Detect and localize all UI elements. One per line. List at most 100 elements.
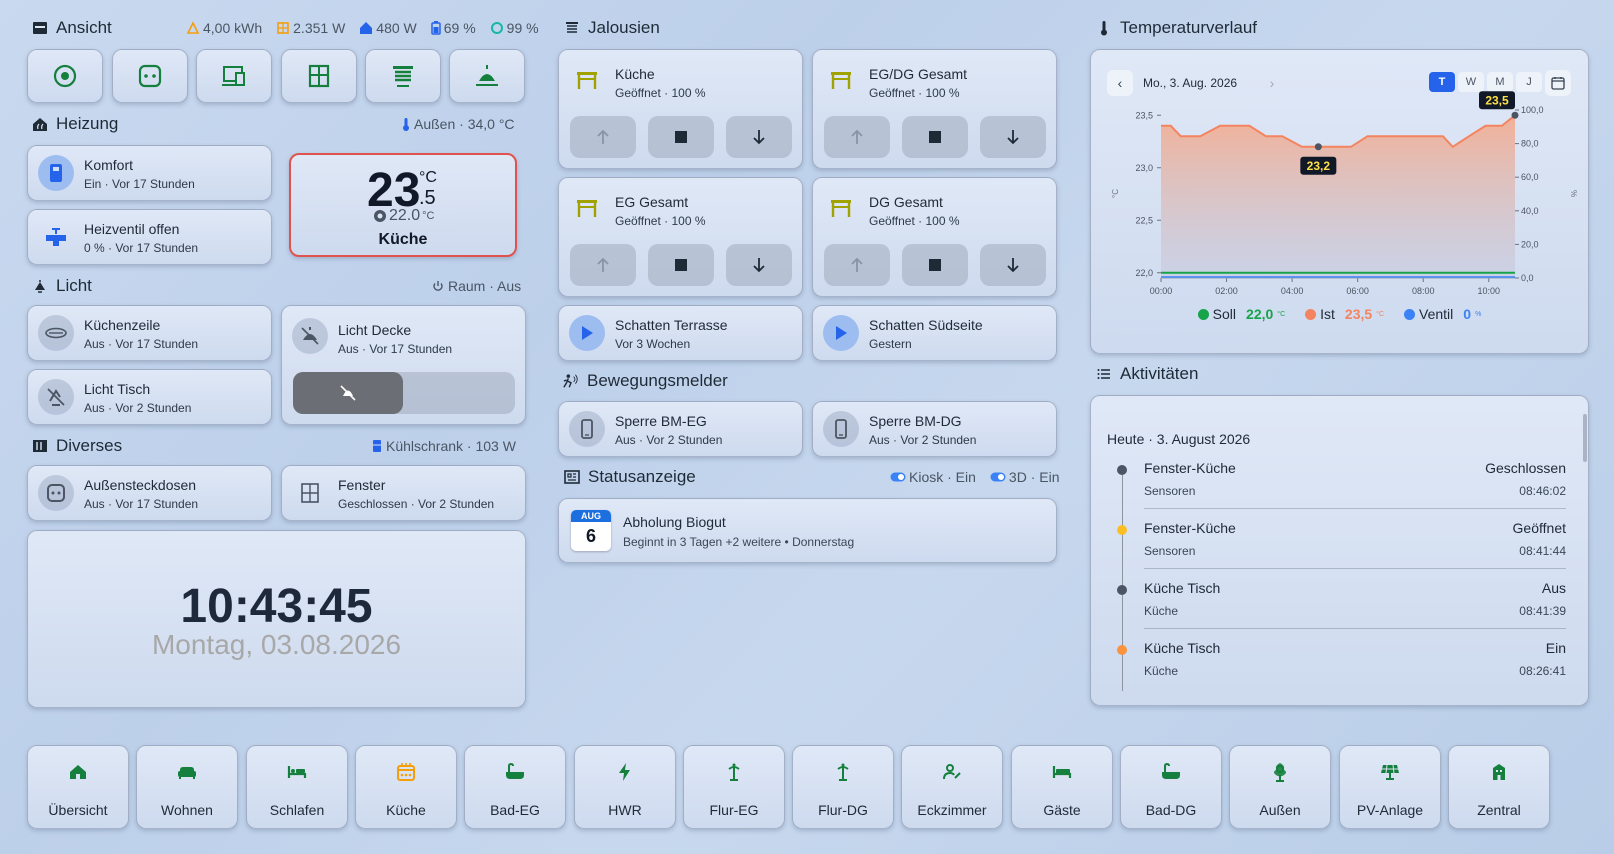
- blind-egdg-gesamt[interactable]: EG/DG Gesamt Geöffnet · 100 %: [812, 49, 1057, 169]
- socket-icon: [138, 64, 162, 88]
- activity-item[interactable]: Fenster-Küche Sensoren Geschlossen 08:46:02: [1106, 456, 1566, 516]
- range-year-button[interactable]: J: [1516, 72, 1542, 92]
- komfort-tile[interactable]: Komfort Ein · Vor 17 Stunden: [27, 145, 272, 201]
- blind-down-button[interactable]: [980, 244, 1046, 286]
- nav-pv-anlage[interactable]: PV-Anlage: [1339, 745, 1441, 829]
- licht-decke-tile[interactable]: Licht Decke Aus · Vor 17 Stunden: [281, 305, 526, 425]
- brightness-slider[interactable]: [293, 372, 515, 414]
- legend-ist[interactable]: Ist 23,5 °C: [1305, 306, 1384, 322]
- licht-tisch-tile[interactable]: Licht Tisch Aus · Vor 2 Stunden: [27, 369, 272, 425]
- nav-hwr[interactable]: HWR: [574, 745, 676, 829]
- legend-ventil[interactable]: Ventil 0 %: [1404, 306, 1481, 322]
- licht-room-status[interactable]: Raum · Aus: [432, 276, 521, 296]
- sperre-bm-eg-tile[interactable]: Sperre BM-EG Aus · Vor 2 Stunden: [558, 401, 803, 457]
- 3d-toggle[interactable]: 3D · Ein: [990, 469, 1060, 485]
- view-blinds-button[interactable]: [365, 49, 441, 103]
- fridge-status[interactable]: Kühlschrank · 103 W: [372, 436, 516, 456]
- nav-gäste[interactable]: Gäste: [1011, 745, 1113, 829]
- stop-icon: [675, 131, 687, 143]
- status-display-icon: [564, 469, 580, 485]
- tile-title: Licht Decke: [338, 322, 412, 338]
- nav-schlafen[interactable]: Schlafen: [246, 745, 348, 829]
- light-off-icon: [340, 385, 356, 401]
- stove-icon: [397, 763, 415, 781]
- outlet-icon-wrap: [38, 475, 74, 511]
- blind-stop-button[interactable]: [648, 116, 714, 158]
- view-sockets-button[interactable]: [112, 49, 188, 103]
- blind-up-button[interactable]: [824, 116, 890, 158]
- nav-flur-dg[interactable]: Flur-DG: [792, 745, 894, 829]
- led-strip-icon-wrap: [38, 315, 74, 351]
- arrow-up-icon: [597, 129, 609, 144]
- nav-außen[interactable]: Außen: [1229, 745, 1331, 829]
- thermometer-header-icon: [1096, 20, 1112, 36]
- legend-soll[interactable]: Soll 22,0 °C: [1197, 306, 1286, 322]
- sperre-bm-dg-tile[interactable]: Sperre BM-DG Aus · Vor 2 Stunden: [812, 401, 1057, 457]
- blind-down-button[interactable]: [726, 244, 792, 286]
- event-subtitle: Beginnt in 3 Tagen +2 weitere • Donnerst…: [623, 535, 855, 549]
- aussensteckdosen-tile[interactable]: Außensteckdosen Aus · Vor 17 Stunden: [27, 465, 272, 521]
- scene-schatten-suedseite[interactable]: Schatten Südseite Gestern: [812, 305, 1057, 361]
- activity-scrollbar[interactable]: [1583, 414, 1587, 462]
- solar-icon: [186, 21, 200, 34]
- tile-title: EG Gesamt: [615, 194, 689, 210]
- autarky-status[interactable]: 99 %: [490, 20, 539, 36]
- kiosk-toggle[interactable]: Kiosk · Ein: [890, 469, 976, 485]
- blind-down-button[interactable]: [980, 116, 1046, 158]
- activity-subtitle: Küche: [1144, 664, 1179, 678]
- activity-item[interactable]: Fenster-Küche Sensoren Geöffnet 08:41:44: [1106, 516, 1566, 576]
- tile-subtitle: Geöffnet · 100 %: [615, 86, 706, 100]
- heizventil-tile[interactable]: Heizventil offen 0 % · Vor 17 Stunden: [27, 209, 272, 265]
- activity-subtitle: Sensoren: [1144, 544, 1196, 558]
- tile-subtitle: Gestern: [869, 337, 912, 351]
- view-windows-button[interactable]: [281, 49, 357, 103]
- nav-küche[interactable]: Küche: [355, 745, 457, 829]
- clock-date: Montag, 03.08.2026: [151, 629, 402, 660]
- blind-up-button[interactable]: [570, 116, 636, 158]
- blind-stop-button[interactable]: [902, 244, 968, 286]
- view-lights-button[interactable]: [449, 49, 525, 103]
- activity-item[interactable]: Küche Tisch Küche Ein 08:26:41: [1106, 636, 1566, 696]
- tile-title: Außensteckdosen: [84, 477, 197, 493]
- nav-bad-eg[interactable]: Bad-EG: [464, 745, 566, 829]
- tile-subtitle: Aus · Vor 17 Stunden: [84, 337, 199, 351]
- thermostat-card[interactable]: 23 °C .5 22.0 °C Küche: [289, 153, 517, 257]
- blind-up-button[interactable]: [570, 244, 636, 286]
- home-power-status[interactable]: 480 W: [359, 20, 417, 36]
- nav-wohnen[interactable]: Wohnen: [136, 745, 238, 829]
- y-tick-label: 23,0: [1135, 163, 1153, 173]
- blind-stop-button[interactable]: [648, 244, 714, 286]
- calendar-event-card[interactable]: AUG 6 Abholung Biogut Beginnt in 3 Tagen…: [558, 498, 1057, 563]
- ceiling-lamp-icon-wrap: [292, 318, 328, 354]
- blind-up-button[interactable]: [824, 244, 890, 286]
- range-week-button[interactable]: W: [1458, 72, 1484, 92]
- blind-open-icon: [831, 200, 851, 217]
- blind-kueche[interactable]: Küche Geöffnet · 100 %: [558, 49, 803, 169]
- range-day-button[interactable]: T: [1429, 72, 1455, 92]
- nav-übersicht[interactable]: Übersicht: [27, 745, 129, 829]
- tile-subtitle: Geöffnet · 100 %: [615, 214, 706, 228]
- battery-status[interactable]: 69 %: [431, 20, 476, 36]
- legend-unit: °C: [1277, 310, 1286, 318]
- range-month-button[interactable]: M: [1487, 72, 1513, 92]
- solar-status[interactable]: 4,00 kWh: [186, 20, 262, 36]
- nav-eckzimmer[interactable]: Eckzimmer: [901, 745, 1003, 829]
- activity-item[interactable]: Küche Tisch Küche Aus 08:41:39: [1106, 576, 1566, 636]
- brightness-slider-fill[interactable]: [293, 372, 403, 414]
- view-devices-button[interactable]: [196, 49, 272, 103]
- kuechenzeile-tile[interactable]: Küchenzeile Aus · Vor 17 Stunden: [27, 305, 272, 361]
- blind-stop-button[interactable]: [902, 116, 968, 158]
- blind-eg-gesamt[interactable]: EG Gesamt Geöffnet · 100 %: [558, 177, 803, 297]
- view-overview-button[interactable]: [27, 49, 103, 103]
- blind-dg-gesamt[interactable]: DG Gesamt Geöffnet · 100 %: [812, 177, 1057, 297]
- nav-zentral[interactable]: Zentral: [1448, 745, 1550, 829]
- blind-down-button[interactable]: [726, 116, 792, 158]
- power-status[interactable]: 2.351 W: [276, 20, 345, 36]
- annotation-point: [1314, 143, 1322, 151]
- fenster-tile[interactable]: Fenster Geschlossen · Vor 2 Stunden: [281, 465, 526, 521]
- calendar-icon: AUG 6: [571, 510, 611, 551]
- scene-schatten-terrasse[interactable]: Schatten Terrasse Vor 3 Wochen: [558, 305, 803, 361]
- nav-flur-eg[interactable]: Flur-EG: [683, 745, 785, 829]
- activity-time: 08:26:41: [1519, 664, 1566, 678]
- nav-bad-dg[interactable]: Bad-DG: [1120, 745, 1222, 829]
